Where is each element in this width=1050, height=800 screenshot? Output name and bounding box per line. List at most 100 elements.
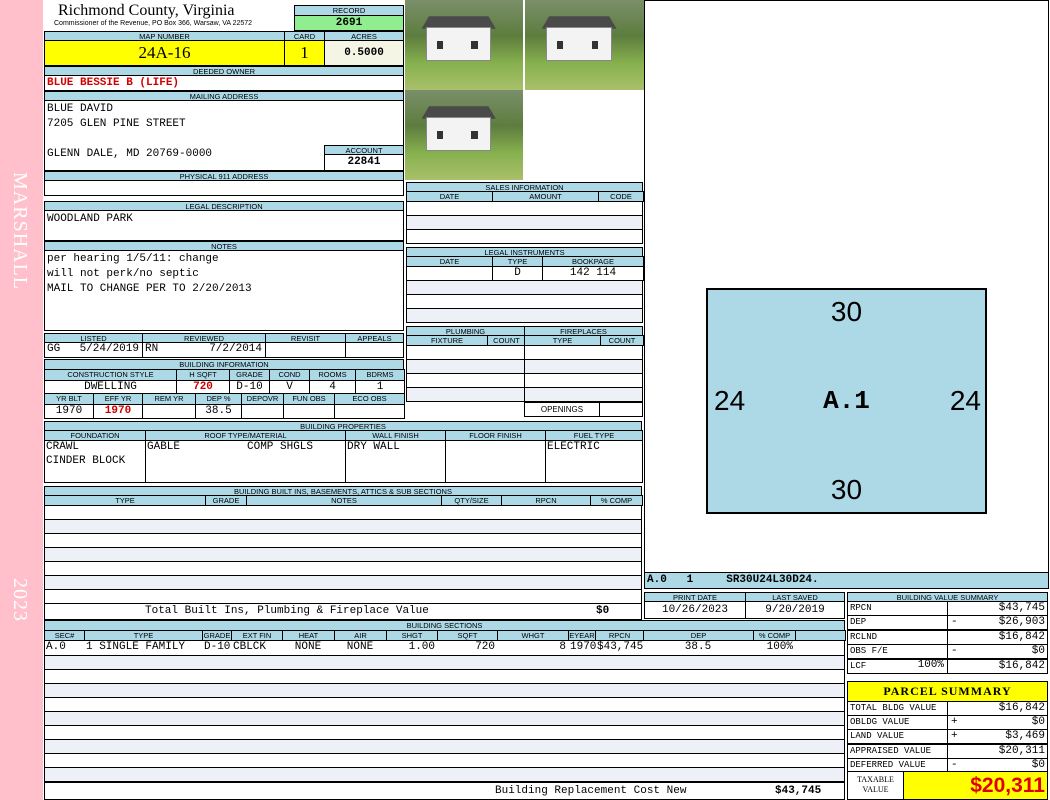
openings-label: OPENINGS (524, 402, 600, 417)
bi-value2-6 (334, 404, 405, 419)
bi-value-3: V (269, 380, 310, 394)
ps-value: $0 (947, 715, 1048, 731)
bs-header-12: % COMP (753, 630, 796, 641)
plumbing-row (406, 345, 525, 360)
section-row-empty (44, 697, 845, 712)
sketch-area[interactable]: 30 30 24 24 A.1 (644, 0, 1049, 574)
card-number: 1 (284, 40, 325, 66)
vs-operator: - (951, 645, 958, 658)
built-ins-total-row: Total Built Ins, Plumbing & Fireplace Va… (44, 603, 642, 620)
built-ins-total: $0 (596, 605, 610, 617)
property-photo-2[interactable] (525, 0, 644, 90)
plumbing-row (406, 387, 525, 402)
fireplace-row (524, 373, 643, 388)
ps-label: APPRAISED VALUE (847, 743, 948, 759)
ps-label: TOTAL BLDG VALUE (847, 701, 948, 716)
instr-cell-2: 142 114 (542, 266, 644, 281)
ps-operator: + (951, 730, 958, 743)
bi-value2-4 (241, 404, 284, 419)
strip-owner-name: MARSHALL (9, 172, 31, 291)
bs-header-11: DEP (643, 630, 754, 641)
reviewed-by: RN (145, 343, 159, 355)
bs-cell: 100% (766, 641, 793, 653)
section-row-empty (44, 753, 845, 768)
listed: GG 5/24/2019 (44, 342, 143, 358)
instr-cell-1: D (492, 266, 543, 281)
ps-value: $3,469 (947, 729, 1048, 745)
last-saved: 9/20/2019 (745, 601, 845, 619)
built-in-row (44, 505, 642, 520)
bs-cell: $43,745 (597, 641, 644, 653)
vs-operator: - (951, 616, 958, 629)
sales-row (406, 215, 643, 230)
built-in-row (44, 575, 642, 590)
bs-header-4: HEAT (282, 630, 335, 641)
vs-value: $43,745 (947, 601, 1048, 616)
listed-date: 5/24/2019 (79, 343, 139, 355)
bs-cell: NONE (346, 641, 374, 653)
bs-cell: A.0 (46, 641, 66, 653)
prop-wall: DRY WALL (347, 441, 400, 453)
strip-year: 2023 (9, 578, 31, 622)
taxable-value: $20,311 (903, 771, 1048, 800)
prop-fuel: ELECTRIC (547, 441, 600, 453)
lcf-percent: 100% (917, 659, 944, 671)
taxable-label-2: VALUE (862, 785, 889, 794)
account-number: 22841 (324, 154, 404, 171)
notes-line-2: will not perk/no septic (47, 268, 199, 280)
parcel-summary-label: PARCEL SUMMARY (847, 681, 1048, 702)
bi-value-0: DWELLING (44, 380, 177, 394)
plumbing-row (406, 373, 525, 388)
listed-by: GG (47, 343, 61, 355)
instr-cell-0 (406, 266, 493, 281)
mailing-line-1: BLUE DAVID (47, 103, 114, 115)
map-number: 24A-16 (44, 40, 285, 66)
notes: per hearing 1/5/11: change will not perk… (44, 250, 404, 331)
bs-header-2: GRADE (202, 630, 232, 641)
prop-foundation1: CRAWL (46, 441, 80, 453)
appeals (345, 342, 404, 358)
bs-cell: 1 SINGLE FAMILY (86, 641, 186, 653)
openings-value (599, 402, 643, 417)
vs-value: $16,842 (947, 629, 1048, 645)
vs-value: $0 (947, 644, 1048, 660)
ps-operator: + (951, 716, 958, 729)
prop-foundation2: CINDER BLOCK (46, 455, 126, 467)
built-ins-total-label: Total Built Ins, Plumbing & Fireplace Va… (145, 605, 429, 617)
bs-header-10: RPCN (595, 630, 644, 641)
bi-value-2: D-10 (229, 380, 270, 394)
vs-label: DEP (847, 615, 948, 631)
built-in-row (44, 589, 642, 604)
taxable-label: TAXABLE VALUE (847, 771, 904, 800)
rcn-label: Building Replacement Cost New (495, 785, 687, 797)
bi-value2-0: 1970 (44, 404, 94, 419)
sketch-section-a1[interactable]: 30 30 24 24 A.1 (706, 288, 987, 514)
ps-value: $20,311 (947, 743, 1048, 759)
built-in-row (44, 547, 642, 562)
sketch-dim-top: 30 (830, 296, 863, 327)
bs-header-6: SHGT (386, 630, 438, 641)
ps-operator: - (951, 758, 958, 771)
bs-cell: 720 (475, 641, 495, 653)
section-row-empty (44, 725, 845, 740)
bs-header-8: WHGT (497, 630, 569, 641)
reviewed-date: 7/2/2014 (209, 343, 262, 355)
bi-value2-2 (142, 404, 196, 419)
sketch-section-label: A.1 (823, 386, 870, 416)
built-in-row (44, 561, 642, 576)
section-row-empty (44, 767, 845, 782)
legal-description: WOODLAND PARK (44, 210, 404, 241)
sketch-code: A.0 1 SR30U24L30D24. (644, 572, 1049, 589)
revisit (265, 342, 346, 358)
fireplace-row (524, 359, 643, 374)
section-row-empty (44, 683, 845, 698)
bi-value2-1: 1970 (93, 404, 143, 419)
bs-cell: CBLCK (233, 641, 267, 653)
property-photo-1[interactable] (405, 0, 523, 90)
prop-roof_mat: COMP SHGLS (247, 441, 314, 453)
property-photo-3[interactable] (405, 90, 523, 180)
record-number: 2691 (294, 15, 404, 31)
bi-value2-5 (283, 404, 335, 419)
bs-header-1: TYPE (84, 630, 203, 641)
office-address: Commissioner of the Revenue, PO Box 366,… (54, 20, 253, 27)
